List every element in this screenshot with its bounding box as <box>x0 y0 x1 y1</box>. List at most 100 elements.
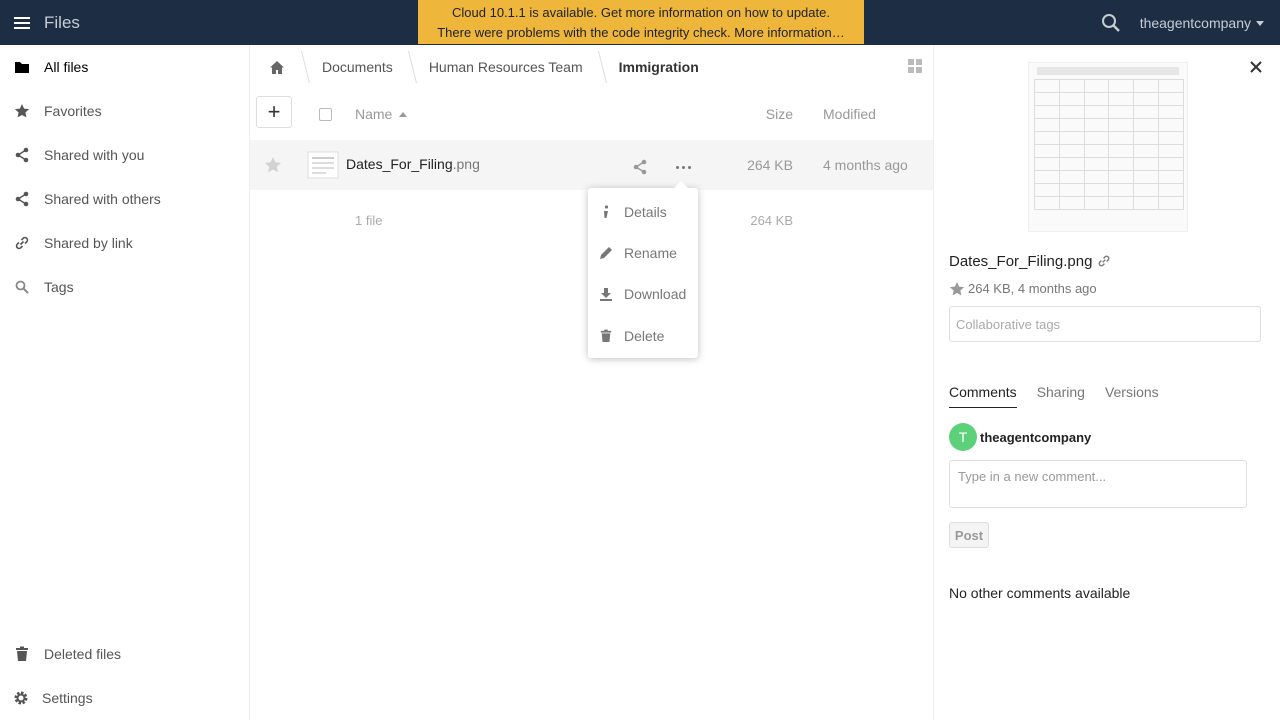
more-dot <box>682 165 685 169</box>
column-header-size-label: Size <box>765 106 793 122</box>
sidebar-item-shared-with-you[interactable]: Shared with you <box>0 133 250 177</box>
sidebar-item-shared-with-others[interactable]: Shared with others <box>0 177 250 221</box>
collaborative-tags-input[interactable]: Collaborative tags <box>949 306 1261 342</box>
no-comments-message: No other comments available <box>949 585 1131 601</box>
star-icon <box>949 282 965 296</box>
file-preview-image <box>1028 62 1188 232</box>
sidebar: All files Favorites Shared with you Shar… <box>0 45 250 720</box>
close-icon <box>1250 61 1262 73</box>
user-name: theagentcompany <box>1139 15 1251 31</box>
folder-icon <box>0 60 44 74</box>
column-header-name[interactable]: Name <box>355 90 691 138</box>
link-icon <box>0 235 44 251</box>
app-title: Files <box>44 13 80 32</box>
search-icon <box>1102 14 1120 32</box>
caret-down-icon <box>1256 20 1264 26</box>
avatar: T <box>949 423 977 451</box>
comment-author: theagentcompany <box>980 430 1092 445</box>
sort-ascending-icon <box>399 112 408 117</box>
favorite-toggle[interactable] <box>264 156 282 177</box>
grid-view-toggle[interactable] <box>905 56 929 80</box>
share-icon <box>0 191 44 207</box>
star-icon <box>0 103 44 119</box>
hamburger-icon <box>14 17 30 29</box>
sidebar-item-label: Deleted files <box>44 646 122 662</box>
breadcrumb-human-resources-team[interactable]: Human Resources Team <box>411 45 601 89</box>
copy-link-button[interactable] <box>1097 254 1111 271</box>
menu-item-download[interactable]: Download <box>588 274 698 314</box>
sidebar-item-label: Shared with you <box>44 147 145 163</box>
user-menu[interactable]: theagentcompany <box>1140 12 1264 34</box>
trash-icon <box>0 646 44 662</box>
sidebar-item-tags[interactable]: Tags <box>0 265 250 309</box>
file-actions-menu: Details Rename Download Delete <box>588 181 698 358</box>
tab-comments[interactable]: Comments <box>949 380 1017 408</box>
total-size: 264 KB <box>750 213 793 228</box>
column-header-size[interactable]: Size <box>696 90 793 138</box>
sidebar-item-favorites[interactable]: Favorites <box>0 89 250 133</box>
file-count: 1 file <box>355 213 383 228</box>
file-modified: 4 months ago <box>823 157 908 173</box>
new-file-button[interactable]: + <box>256 96 292 128</box>
breadcrumb-documents[interactable]: Documents <box>304 45 411 89</box>
column-header-name-label: Name <box>355 106 393 122</box>
tab-sharing[interactable]: Sharing <box>1037 380 1085 408</box>
update-notice-link[interactable]: Cloud 10.1.1 is available. Get more info… <box>418 3 864 23</box>
pencil-icon <box>588 246 624 260</box>
sidebar-item-label: Settings <box>42 690 93 706</box>
column-header-modified[interactable]: Modified <box>823 90 933 138</box>
top-header: Files Cloud 10.1.1 is available. Get mor… <box>0 0 1280 45</box>
file-basename: Dates_For_Filing <box>346 156 453 172</box>
more-dot <box>676 165 679 169</box>
sidebar-item-label: Shared with others <box>44 191 161 207</box>
star-icon <box>265 157 281 173</box>
file-name-link[interactable]: Dates_For_Filing.png <box>346 156 480 172</box>
menu-item-label: Rename <box>624 245 677 261</box>
breadcrumb: Documents Human Resources Team Immigrati… <box>250 45 717 89</box>
tab-versions[interactable]: Versions <box>1105 380 1159 408</box>
sidebar-item-settings[interactable]: Settings <box>0 676 250 720</box>
post-comment-button[interactable]: Post <box>949 522 989 548</box>
tag-icon <box>0 279 44 295</box>
column-header-modified-label: Modified <box>823 106 876 122</box>
menu-item-label: Delete <box>624 328 665 344</box>
menu-item-label: Details <box>624 204 667 220</box>
menu-item-rename[interactable]: Rename <box>588 233 698 273</box>
menu-item-details[interactable]: Details <box>588 192 698 232</box>
sidebar-item-shared-by-link[interactable]: Shared by link <box>0 221 250 265</box>
info-icon <box>588 205 624 219</box>
details-favorite-toggle[interactable] <box>949 281 965 300</box>
gear-icon <box>0 690 42 706</box>
details-file-meta: 264 KB, 4 months ago <box>968 281 1097 296</box>
select-all-checkbox[interactable] <box>319 108 332 121</box>
details-tabs: Comments Sharing Versions <box>949 380 1179 408</box>
link-icon <box>1098 255 1110 267</box>
download-icon <box>588 287 624 301</box>
grid-icon <box>908 59 922 73</box>
sidebar-item-all-files[interactable]: All files <box>0 45 250 89</box>
sidebar-item-label: Shared by link <box>44 235 133 251</box>
sidebar-item-label: All files <box>44 59 89 75</box>
share-icon <box>0 147 44 163</box>
close-details-button[interactable] <box>1249 60 1265 76</box>
file-size: 264 KB <box>747 157 793 173</box>
menu-item-delete[interactable]: Delete <box>588 316 698 356</box>
trash-icon <box>588 329 624 343</box>
comment-input[interactable]: Type in a new comment... <box>949 460 1247 508</box>
more-dot <box>688 165 691 169</box>
breadcrumb-immigration[interactable]: Immigration <box>601 45 717 89</box>
integrity-warning-link[interactable]: There were problems with the code integr… <box>418 23 864 43</box>
menu-item-label: Download <box>624 286 687 302</box>
sidebar-item-label: Tags <box>44 279 74 295</box>
share-file-button[interactable] <box>632 159 648 178</box>
header-search-button[interactable] <box>1100 12 1126 34</box>
sidebar-item-deleted-files[interactable]: Deleted files <box>0 632 250 676</box>
breadcrumb-home[interactable] <box>250 45 304 89</box>
image-file-icon <box>307 151 339 179</box>
file-actions-button[interactable] <box>676 160 694 174</box>
update-banner: Cloud 10.1.1 is available. Get more info… <box>418 0 864 44</box>
sidebar-item-label: Favorites <box>44 103 102 119</box>
details-file-name: Dates_For_Filing.png <box>949 253 1093 270</box>
file-extension: .png <box>452 156 480 172</box>
file-thumbnail[interactable] <box>306 150 340 180</box>
